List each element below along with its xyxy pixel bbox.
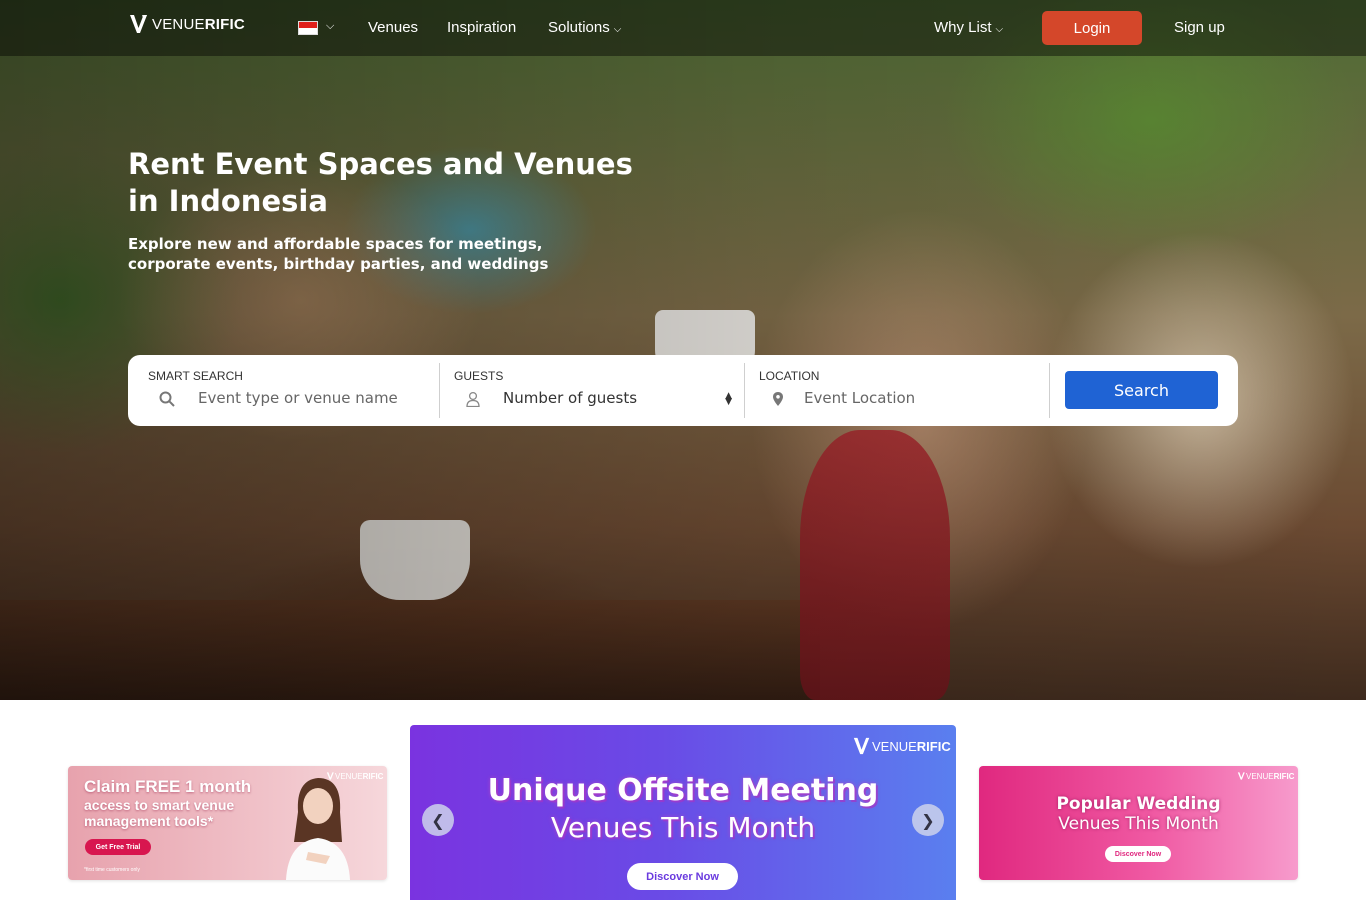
venue-search-bar: SMART SEARCH GUESTS Number of guests ▲▼ …	[128, 355, 1238, 426]
promo-woman-illustration	[286, 778, 350, 880]
hero-overlay	[0, 0, 1366, 700]
login-button[interactable]: Login	[1042, 11, 1142, 45]
get-free-trial-button[interactable]: Get Free Trial	[85, 839, 151, 855]
carousel-next-button[interactable]: ❯	[912, 804, 944, 836]
chevron-down-icon: ⌵	[613, 24, 622, 35]
logo-text: VENUERIFIC	[152, 15, 245, 33]
location-input[interactable]	[804, 389, 1039, 407]
promo-wedding-banner[interactable]: VENUE RIFIC Popular Wedding Venues This M…	[979, 766, 1298, 880]
map-pin-icon	[773, 392, 783, 406]
select-caret-icon: ▲ ▼	[725, 391, 732, 407]
nav-inspiration[interactable]: Inspiration	[447, 19, 516, 36]
search-button[interactable]: Search	[1065, 371, 1218, 409]
logo-mark-icon	[130, 15, 147, 33]
promo-logo: VENUE RIFIC	[326, 771, 383, 781]
top-navbar: VENUERIFIC ⌵ Venues Inspiration Solution…	[0, 0, 1366, 56]
logo-mark-icon	[853, 737, 870, 755]
smart-search-label: SMART SEARCH	[148, 369, 243, 383]
promo-logo: VENUE RIFIC	[1237, 771, 1294, 781]
guests-label: GUESTS	[454, 369, 504, 383]
hero-subtitle: Explore new and affordable spaces for me…	[128, 235, 549, 273]
promo-offsite-meeting-banner[interactable]: VENUE RIFIC Unique Offsite Meeting Venues…	[410, 725, 956, 900]
promo-free-trial-title: Claim FREE 1 month	[84, 777, 252, 796]
promo-offsite-subtitle: Venues This Month	[550, 811, 816, 844]
guests-select[interactable]: Number of guests	[503, 389, 637, 407]
logo-mark-icon	[1237, 772, 1245, 780]
chevron-left-icon: ❮	[431, 810, 445, 830]
location-field: LOCATION	[744, 363, 1050, 418]
nav-why-list[interactable]: Why List ⌵	[934, 19, 1003, 36]
signup-link[interactable]: Sign up	[1174, 19, 1225, 36]
promo-free-trial-note: *first time customers only	[84, 867, 140, 873]
user-icon	[466, 391, 480, 407]
promo-wedding-title: Popular Wedding	[1056, 794, 1221, 814]
chevron-right-icon: ❯	[921, 810, 935, 830]
smart-search-input[interactable]	[198, 389, 428, 407]
discover-now-button[interactable]: Discover Now	[627, 863, 738, 890]
chevron-down-icon[interactable]: ⌵	[326, 19, 334, 33]
hero-title: Rent Event Spaces and Venues in Indonesi…	[128, 147, 633, 218]
logo-mark-icon	[326, 772, 334, 780]
carousel-prev-button[interactable]: ❮	[422, 804, 454, 836]
hero-background	[0, 0, 1366, 700]
promo-free-trial-subtitle: access to smart venue management tools*	[84, 797, 235, 829]
promo-offsite-title: Unique Offsite Meeting	[487, 773, 879, 808]
smart-search-field: SMART SEARCH	[128, 363, 438, 418]
guests-field[interactable]: GUESTS Number of guests ▲ ▼	[439, 363, 744, 418]
chevron-down-icon: ⌵	[995, 24, 1004, 35]
search-divider	[1049, 363, 1050, 418]
nav-solutions[interactable]: Solutions ⌵	[548, 19, 621, 36]
location-label: LOCATION	[759, 369, 820, 383]
search-icon	[159, 391, 175, 407]
promo-wedding-subtitle: Venues This Month	[1058, 814, 1219, 834]
country-flag-icon[interactable]	[298, 21, 318, 35]
venuerific-logo[interactable]: VENUERIFIC	[128, 12, 245, 36]
promo-logo: VENUE RIFIC	[852, 735, 951, 757]
promo-free-trial-banner[interactable]: Claim FREE 1 month access to smart venue…	[68, 766, 387, 880]
nav-venues[interactable]: Venues	[368, 19, 418, 36]
discover-now-button[interactable]: Discover Now	[1105, 846, 1171, 862]
